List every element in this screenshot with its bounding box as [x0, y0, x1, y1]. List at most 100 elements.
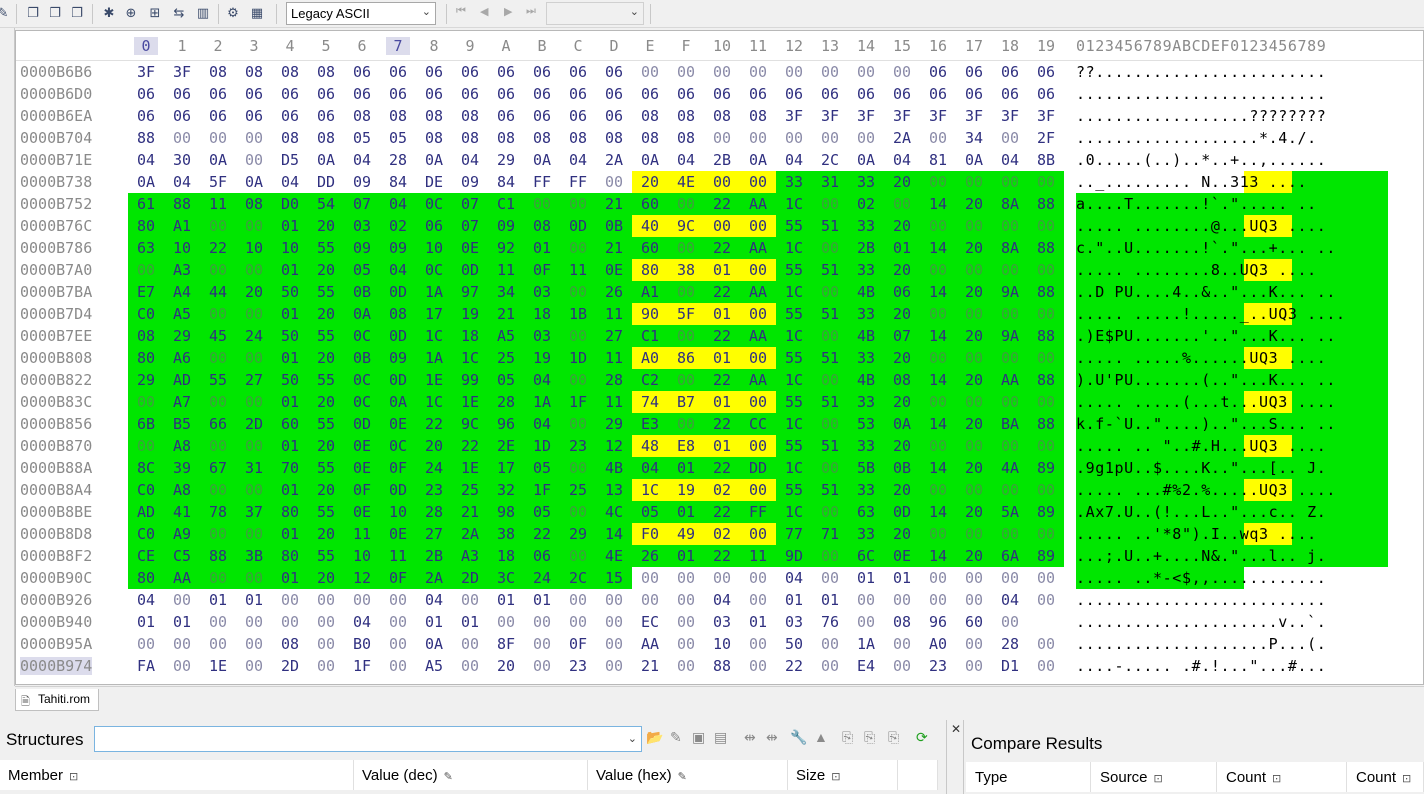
- hex-byte[interactable]: 00: [1028, 391, 1064, 413]
- hex-byte[interactable]: 0A: [848, 149, 884, 171]
- ascii-text[interactable]: ..... ..'*8").I..wq3 ....: [1076, 523, 1388, 545]
- hex-byte[interactable]: 23: [416, 479, 452, 501]
- ascii-text[interactable]: .....................v..`.: [1076, 611, 1326, 633]
- hex-row[interactable]: 0000B752 61 88 11 08 D0 54 07 04 0C 07 C1 00 00 21 60 00…: [16, 193, 1423, 215]
- hex-byte[interactable]: 09: [380, 347, 416, 369]
- hex-byte[interactable]: 21: [596, 237, 632, 259]
- hex-byte[interactable]: A1: [164, 215, 200, 237]
- hex-byte[interactable]: 00: [992, 215, 1028, 237]
- hex-byte[interactable]: 06: [200, 83, 236, 105]
- hex-row[interactable]: 0000B8D8 C0 A9 00 00 01 20 11 0E 27 2A 38 22 29 14 F0 49…: [16, 523, 1423, 545]
- hex-byte[interactable]: 05: [488, 369, 524, 391]
- hex-byte[interactable]: 96: [488, 413, 524, 435]
- hex-byte[interactable]: 0F: [380, 567, 416, 589]
- hex-byte[interactable]: 06: [380, 83, 416, 105]
- hex-byte[interactable]: 5A: [992, 501, 1028, 523]
- hex-byte[interactable]: 03: [524, 325, 560, 347]
- hex-byte[interactable]: 00: [740, 435, 776, 457]
- hex-byte[interactable]: DD: [740, 457, 776, 479]
- hex-byte[interactable]: 11: [488, 259, 524, 281]
- hex-byte[interactable]: 33: [776, 171, 812, 193]
- hex-byte[interactable]: 2B: [704, 149, 740, 171]
- hex-byte[interactable]: 20: [884, 171, 920, 193]
- hex-byte[interactable]: 06: [416, 215, 452, 237]
- hex-byte[interactable]: FF: [740, 501, 776, 523]
- hex-byte[interactable]: 20: [308, 435, 344, 457]
- hex-byte[interactable]: 00: [668, 193, 704, 215]
- hex-byte[interactable]: D1: [992, 655, 1028, 677]
- hex-byte[interactable]: 0F: [524, 259, 560, 281]
- hex-byte[interactable]: 06: [560, 61, 596, 83]
- hex-byte[interactable]: 06: [992, 61, 1028, 83]
- hex-byte[interactable]: 00: [704, 567, 740, 589]
- hex-byte[interactable]: 0D: [380, 281, 416, 303]
- hex-byte[interactable]: 00: [920, 347, 956, 369]
- hex-byte[interactable]: A7: [164, 391, 200, 413]
- hex-byte[interactable]: 00: [848, 589, 884, 611]
- hex-byte[interactable]: 55: [308, 237, 344, 259]
- hex-row[interactable]: 0000B7D4 C0 A5 00 00 01 20 0A 08 17 19 21 18 1B 11 90 5F…: [16, 303, 1423, 325]
- hex-byte[interactable]: 20: [308, 391, 344, 413]
- hex-byte[interactable]: 00: [308, 655, 344, 677]
- hex-byte[interactable]: 0A: [380, 391, 416, 413]
- hex-byte[interactable]: 88: [1028, 325, 1064, 347]
- hex-byte[interactable]: 00: [524, 193, 560, 215]
- hex-byte[interactable]: 05: [344, 259, 380, 281]
- hex-byte[interactable]: 60: [632, 193, 668, 215]
- hex-byte[interactable]: 04: [452, 149, 488, 171]
- hex-byte[interactable]: 9C: [452, 413, 488, 435]
- hex-byte[interactable]: 05: [344, 127, 380, 149]
- hex-byte[interactable]: 04: [560, 149, 596, 171]
- hex-byte[interactable]: 00: [1028, 259, 1064, 281]
- hex-byte[interactable]: 04: [776, 149, 812, 171]
- paste-icon[interactable]: ❐: [46, 4, 64, 22]
- hex-byte[interactable]: 80: [272, 501, 308, 523]
- hex-byte[interactable]: 0A: [128, 171, 164, 193]
- hex-byte[interactable]: 50: [776, 633, 812, 655]
- hex-byte[interactable]: 00: [1028, 523, 1064, 545]
- wrench-icon[interactable]: 🔧: [790, 729, 807, 746]
- hex-byte[interactable]: 00: [740, 347, 776, 369]
- hex-byte[interactable]: 00: [560, 193, 596, 215]
- hex-byte[interactable]: 00: [920, 479, 956, 501]
- hex-byte[interactable]: 0A: [956, 149, 992, 171]
- hex-byte[interactable]: 00: [956, 303, 992, 325]
- ascii-text[interactable]: ..... .. "..#.H...UQ3 ....: [1076, 435, 1388, 457]
- hex-byte[interactable]: 00: [992, 259, 1028, 281]
- hex-byte[interactable]: 1C: [776, 369, 812, 391]
- hex-byte[interactable]: DE: [416, 171, 452, 193]
- panel-splitter[interactable]: ✕: [946, 720, 964, 794]
- hex-byte[interactable]: B0: [344, 633, 380, 655]
- hex-byte[interactable]: B7: [668, 391, 704, 413]
- hex-byte[interactable]: 3F: [776, 105, 812, 127]
- hex-byte[interactable]: 00: [560, 589, 596, 611]
- hex-byte[interactable]: 9D: [776, 545, 812, 567]
- paste-icon[interactable]: ⎘: [864, 729, 875, 746]
- hex-byte[interactable]: 1C: [776, 237, 812, 259]
- hex-byte[interactable]: 22: [524, 523, 560, 545]
- hex-byte[interactable]: 55: [776, 479, 812, 501]
- hex-byte[interactable]: 06: [452, 61, 488, 83]
- hex-byte[interactable]: 00: [812, 325, 848, 347]
- hex-byte[interactable]: 89: [1028, 457, 1064, 479]
- hex-byte[interactable]: A9: [164, 523, 200, 545]
- hex-byte[interactable]: 00: [272, 589, 308, 611]
- hex-byte[interactable]: 0E: [344, 435, 380, 457]
- hex-byte[interactable]: 20: [884, 435, 920, 457]
- hex-byte[interactable]: 1A: [524, 391, 560, 413]
- hex-byte[interactable]: 0D: [560, 215, 596, 237]
- hex-byte[interactable]: 06: [236, 105, 272, 127]
- ascii-text[interactable]: ..................????????: [1076, 105, 1326, 127]
- hex-byte[interactable]: 3F: [164, 61, 200, 83]
- hex-byte[interactable]: 11: [596, 391, 632, 413]
- hex-byte[interactable]: 55: [308, 369, 344, 391]
- hex-byte[interactable]: 27: [596, 325, 632, 347]
- hex-byte[interactable]: 74: [632, 391, 668, 413]
- hex-byte[interactable]: 33: [848, 171, 884, 193]
- hex-byte[interactable]: 29: [596, 413, 632, 435]
- hex-byte[interactable]: AA: [740, 325, 776, 347]
- hex-byte[interactable]: 24: [524, 567, 560, 589]
- hex-byte[interactable]: 00: [992, 479, 1028, 501]
- hex-byte[interactable]: 18: [488, 545, 524, 567]
- hex-byte[interactable]: 00: [668, 589, 704, 611]
